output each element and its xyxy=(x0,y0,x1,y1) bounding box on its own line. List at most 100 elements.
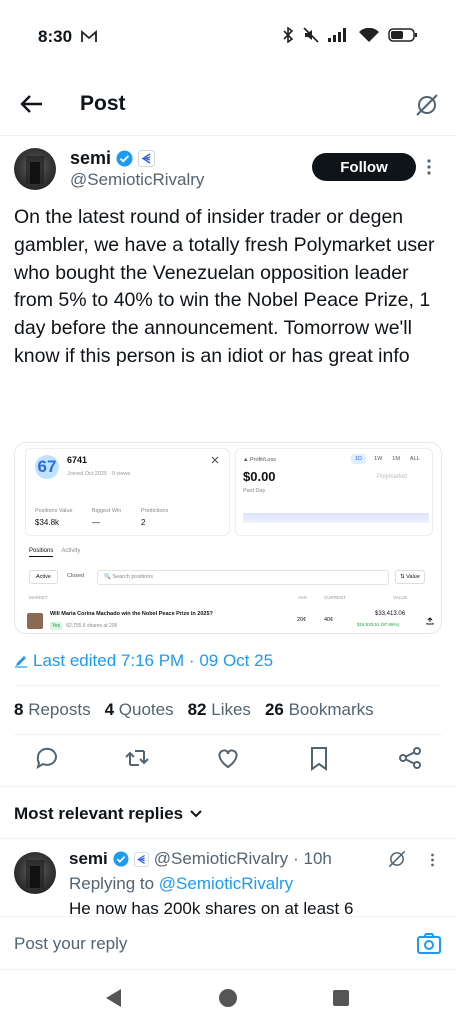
page-title: Post xyxy=(80,92,126,115)
predictions-label: Predictions xyxy=(141,508,169,514)
market-title: Will Maria Corina Machado win the Nobel … xyxy=(50,611,213,617)
predictions-count: 2 xyxy=(141,518,146,527)
market-change: $16,533.51 (97.65%) xyxy=(357,622,400,627)
col-current: CURRENT xyxy=(324,595,346,600)
more-options-icon[interactable] xyxy=(430,852,435,868)
edit-history-link[interactable]: Last edited 7:16 PM · 09 Oct 25 xyxy=(14,651,273,671)
replying-to: Replying to @SemioticRivalry xyxy=(69,874,294,893)
chevron-down-icon xyxy=(190,810,202,818)
back-nav-icon[interactable] xyxy=(104,988,122,1008)
profit-value: $0.00 xyxy=(243,469,276,484)
author-name: semi xyxy=(70,148,112,168)
reply-icon[interactable] xyxy=(33,744,61,772)
more-options-icon[interactable] xyxy=(426,158,432,176)
market-thumbnail xyxy=(27,613,43,629)
profile-joined: Joined Oct 2025 · 0 views xyxy=(67,471,131,477)
reply-author-handle[interactable]: @SemioticRivalry xyxy=(154,849,288,869)
positions-value: $34.8k xyxy=(35,518,60,527)
reply-author-name[interactable]: semi xyxy=(69,849,108,869)
like-icon[interactable] xyxy=(214,744,242,772)
engagement-stats: 8 Reposts 4 Quotes 82 Likes 26 Bookmarks xyxy=(14,700,374,720)
home-nav-icon[interactable] xyxy=(218,988,238,1008)
divider xyxy=(0,786,456,787)
positions-search[interactable]: 🔍 Search positions xyxy=(97,570,389,585)
range-1w[interactable]: 1W xyxy=(372,454,384,464)
status-time: 8:30 xyxy=(38,27,73,46)
polymarket-brand: Polymarket xyxy=(377,474,408,480)
grok-icon[interactable] xyxy=(387,849,407,869)
profit-chart xyxy=(243,513,429,523)
affiliate-badge-icon xyxy=(133,851,149,867)
market-badge: Yes xyxy=(50,622,63,630)
recents-nav-icon[interactable] xyxy=(332,989,350,1007)
system-nav-bar xyxy=(0,972,456,1024)
signal-icon xyxy=(328,28,346,42)
reply-input[interactable]: Post your reply xyxy=(14,934,127,954)
follow-button[interactable]: Follow xyxy=(312,153,416,181)
quotes-stat[interactable]: 4 Quotes xyxy=(105,700,174,720)
positions-toolbar: Active Closed 🔍 Search positions ⇅ Value xyxy=(25,569,433,585)
reply-time: · 10h xyxy=(293,849,332,868)
market-value: $33,413.06 xyxy=(375,611,406,617)
verified-badge-icon xyxy=(116,150,133,167)
profit-loss-label: ▲ Profit/Loss xyxy=(243,457,276,463)
range-all[interactable]: ALL xyxy=(408,454,422,464)
biggest-win: — xyxy=(92,518,100,527)
avatar[interactable] xyxy=(14,148,56,190)
affiliate-badge-icon xyxy=(138,150,156,167)
divider xyxy=(0,838,456,839)
verified-badge-icon xyxy=(113,851,129,867)
replying-to-handle[interactable]: @SemioticRivalry xyxy=(159,874,293,893)
replies-header-label: Most relevant replies xyxy=(14,804,184,823)
market-avg: 20¢ xyxy=(297,617,307,623)
expand-icon xyxy=(211,456,219,464)
pencil-icon xyxy=(15,656,27,668)
bluetooth-icon xyxy=(283,27,294,43)
market-shares-row: Yes 82,755.6 shares at 20¢ xyxy=(50,622,117,630)
gmail-icon xyxy=(81,30,97,42)
profile-avatar: 67 xyxy=(35,455,59,479)
col-market: MARKET xyxy=(29,595,48,600)
positions-value-label: Positions Value xyxy=(35,508,73,514)
range-1d[interactable]: 1D xyxy=(351,454,367,464)
past-day-label: Past Day xyxy=(243,488,266,494)
replies-sort-dropdown[interactable]: Most relevant replies xyxy=(14,804,203,824)
likes-stat[interactable]: 82 Likes xyxy=(188,700,251,720)
filter-closed[interactable]: Closed xyxy=(67,573,84,579)
bookmarks-stat[interactable]: 26 Bookmarks xyxy=(265,700,374,720)
divider xyxy=(14,734,442,735)
avatar-image xyxy=(26,156,44,184)
reply-avatar[interactable] xyxy=(14,852,56,894)
bookmark-icon[interactable] xyxy=(305,744,333,772)
grok-icon[interactable] xyxy=(414,92,440,118)
wifi-icon xyxy=(359,27,379,42)
tab-activity[interactable]: Activity xyxy=(61,548,80,557)
divider xyxy=(14,685,442,686)
positions-search-placeholder: 🔍 Search positions xyxy=(104,574,154,580)
filter-active[interactable]: Active xyxy=(29,570,58,584)
repost-icon[interactable] xyxy=(123,744,151,772)
media-image[interactable]: 67 6741 Joined Oct 2025 · 0 views Positi… xyxy=(14,442,442,634)
author-name-row[interactable]: semi xyxy=(70,148,156,169)
share-position-icon[interactable] xyxy=(426,617,434,625)
reply-avatar-image xyxy=(26,860,44,888)
sort-value-button[interactable]: ⇅ Value xyxy=(395,570,425,584)
battery-icon xyxy=(388,28,417,42)
status-bar: 8:30 xyxy=(0,0,456,72)
profile-user-id: 6741 xyxy=(67,455,88,465)
back-arrow-icon[interactable] xyxy=(18,90,46,118)
reply-header: semi @SemioticRivalry · 10h xyxy=(69,849,332,869)
edited-label: Last edited 7:16 PM · 09 Oct 25 xyxy=(33,651,274,670)
reposts-stat[interactable]: 8 Reposts xyxy=(14,700,91,720)
position-tabs: Positions Activity xyxy=(29,548,80,557)
range-1m[interactable]: 1M xyxy=(390,454,402,464)
tweet-text: On the latest round of insider trader or… xyxy=(14,206,435,367)
market-current: 40¢ xyxy=(324,617,334,623)
biggest-win-label: Biggest Win xyxy=(92,508,122,514)
reply-text: He now has 200k shares on at least 6 xyxy=(69,899,354,916)
share-icon[interactable] xyxy=(396,744,424,772)
camera-icon[interactable] xyxy=(416,932,442,956)
author-handle[interactable]: @SemioticRivalry xyxy=(70,170,204,190)
header xyxy=(0,72,456,136)
tab-positions[interactable]: Positions xyxy=(29,548,54,557)
